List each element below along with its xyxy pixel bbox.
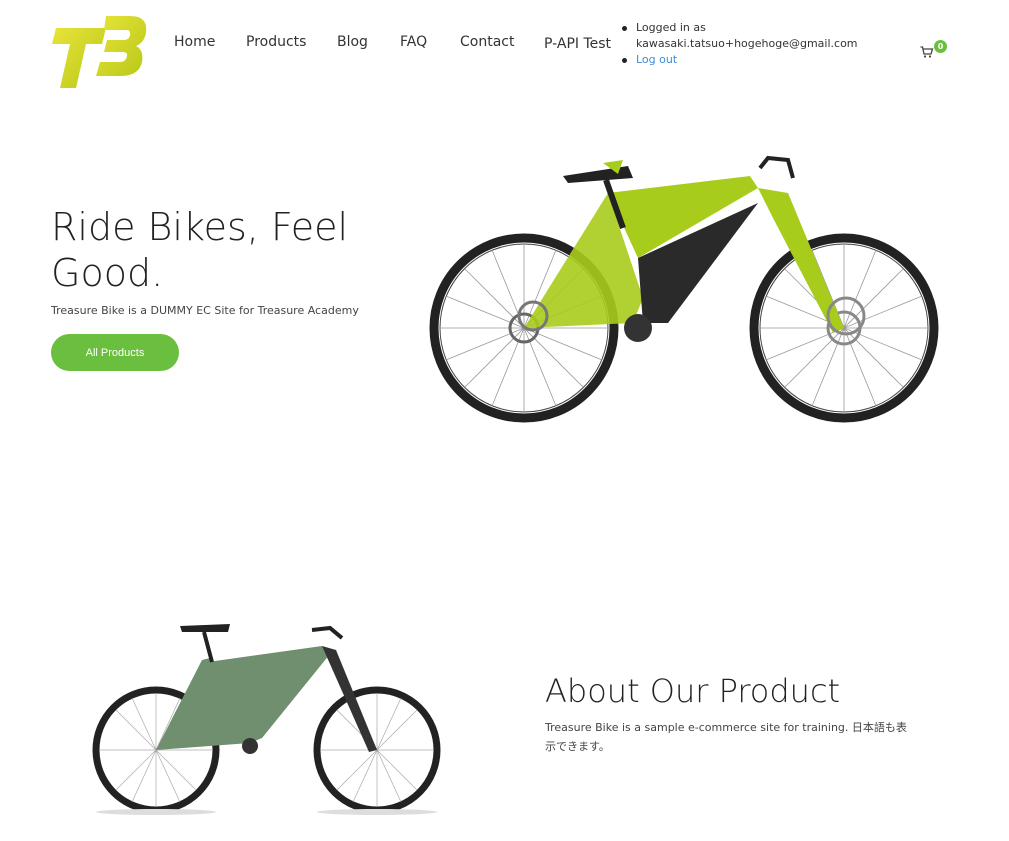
user-email: kawasaki.tatsuo+hogehoge@gmail.com xyxy=(636,37,858,50)
all-products-button[interactable]: All Products xyxy=(51,334,179,371)
account-status: Logged in as kawasaki.tatsuo+hogehoge@gm… xyxy=(620,20,890,68)
nav-home-link[interactable]: Home xyxy=(174,34,215,50)
cart-count-badge: 0 xyxy=(934,40,947,53)
hero-subtitle: Treasure Bike is a DUMMY EC Site for Tre… xyxy=(51,304,359,317)
about-title: About Our Product xyxy=(545,672,841,710)
treasure-bike-logo[interactable] xyxy=(50,14,148,90)
nav-faq-link[interactable]: FAQ xyxy=(400,34,427,50)
logout-item: Log out xyxy=(620,52,890,68)
nav-blog-link[interactable]: Blog xyxy=(337,34,368,50)
cart-button[interactable]: 0 xyxy=(920,40,950,60)
hero-bike-image xyxy=(429,155,939,423)
nav-papi-test-link[interactable]: P-API Test xyxy=(544,34,611,54)
hero-title: Ride Bikes, Feel Good. xyxy=(51,205,349,295)
product-bike-image xyxy=(92,624,441,815)
nav-contact-link[interactable]: Contact xyxy=(460,34,514,50)
logout-link[interactable]: Log out xyxy=(636,53,677,66)
about-text: Treasure Bike is a sample e-commerce sit… xyxy=(545,721,907,753)
nav-products-link[interactable]: Products xyxy=(246,34,306,50)
site-header: Home Products Blog FAQ Contact P-API Tes… xyxy=(0,0,1009,100)
logged-in-item: Logged in as kawasaki.tatsuo+hogehoge@gm… xyxy=(620,20,890,52)
logged-in-label: Logged in as xyxy=(636,21,706,34)
cart-icon xyxy=(920,46,934,58)
